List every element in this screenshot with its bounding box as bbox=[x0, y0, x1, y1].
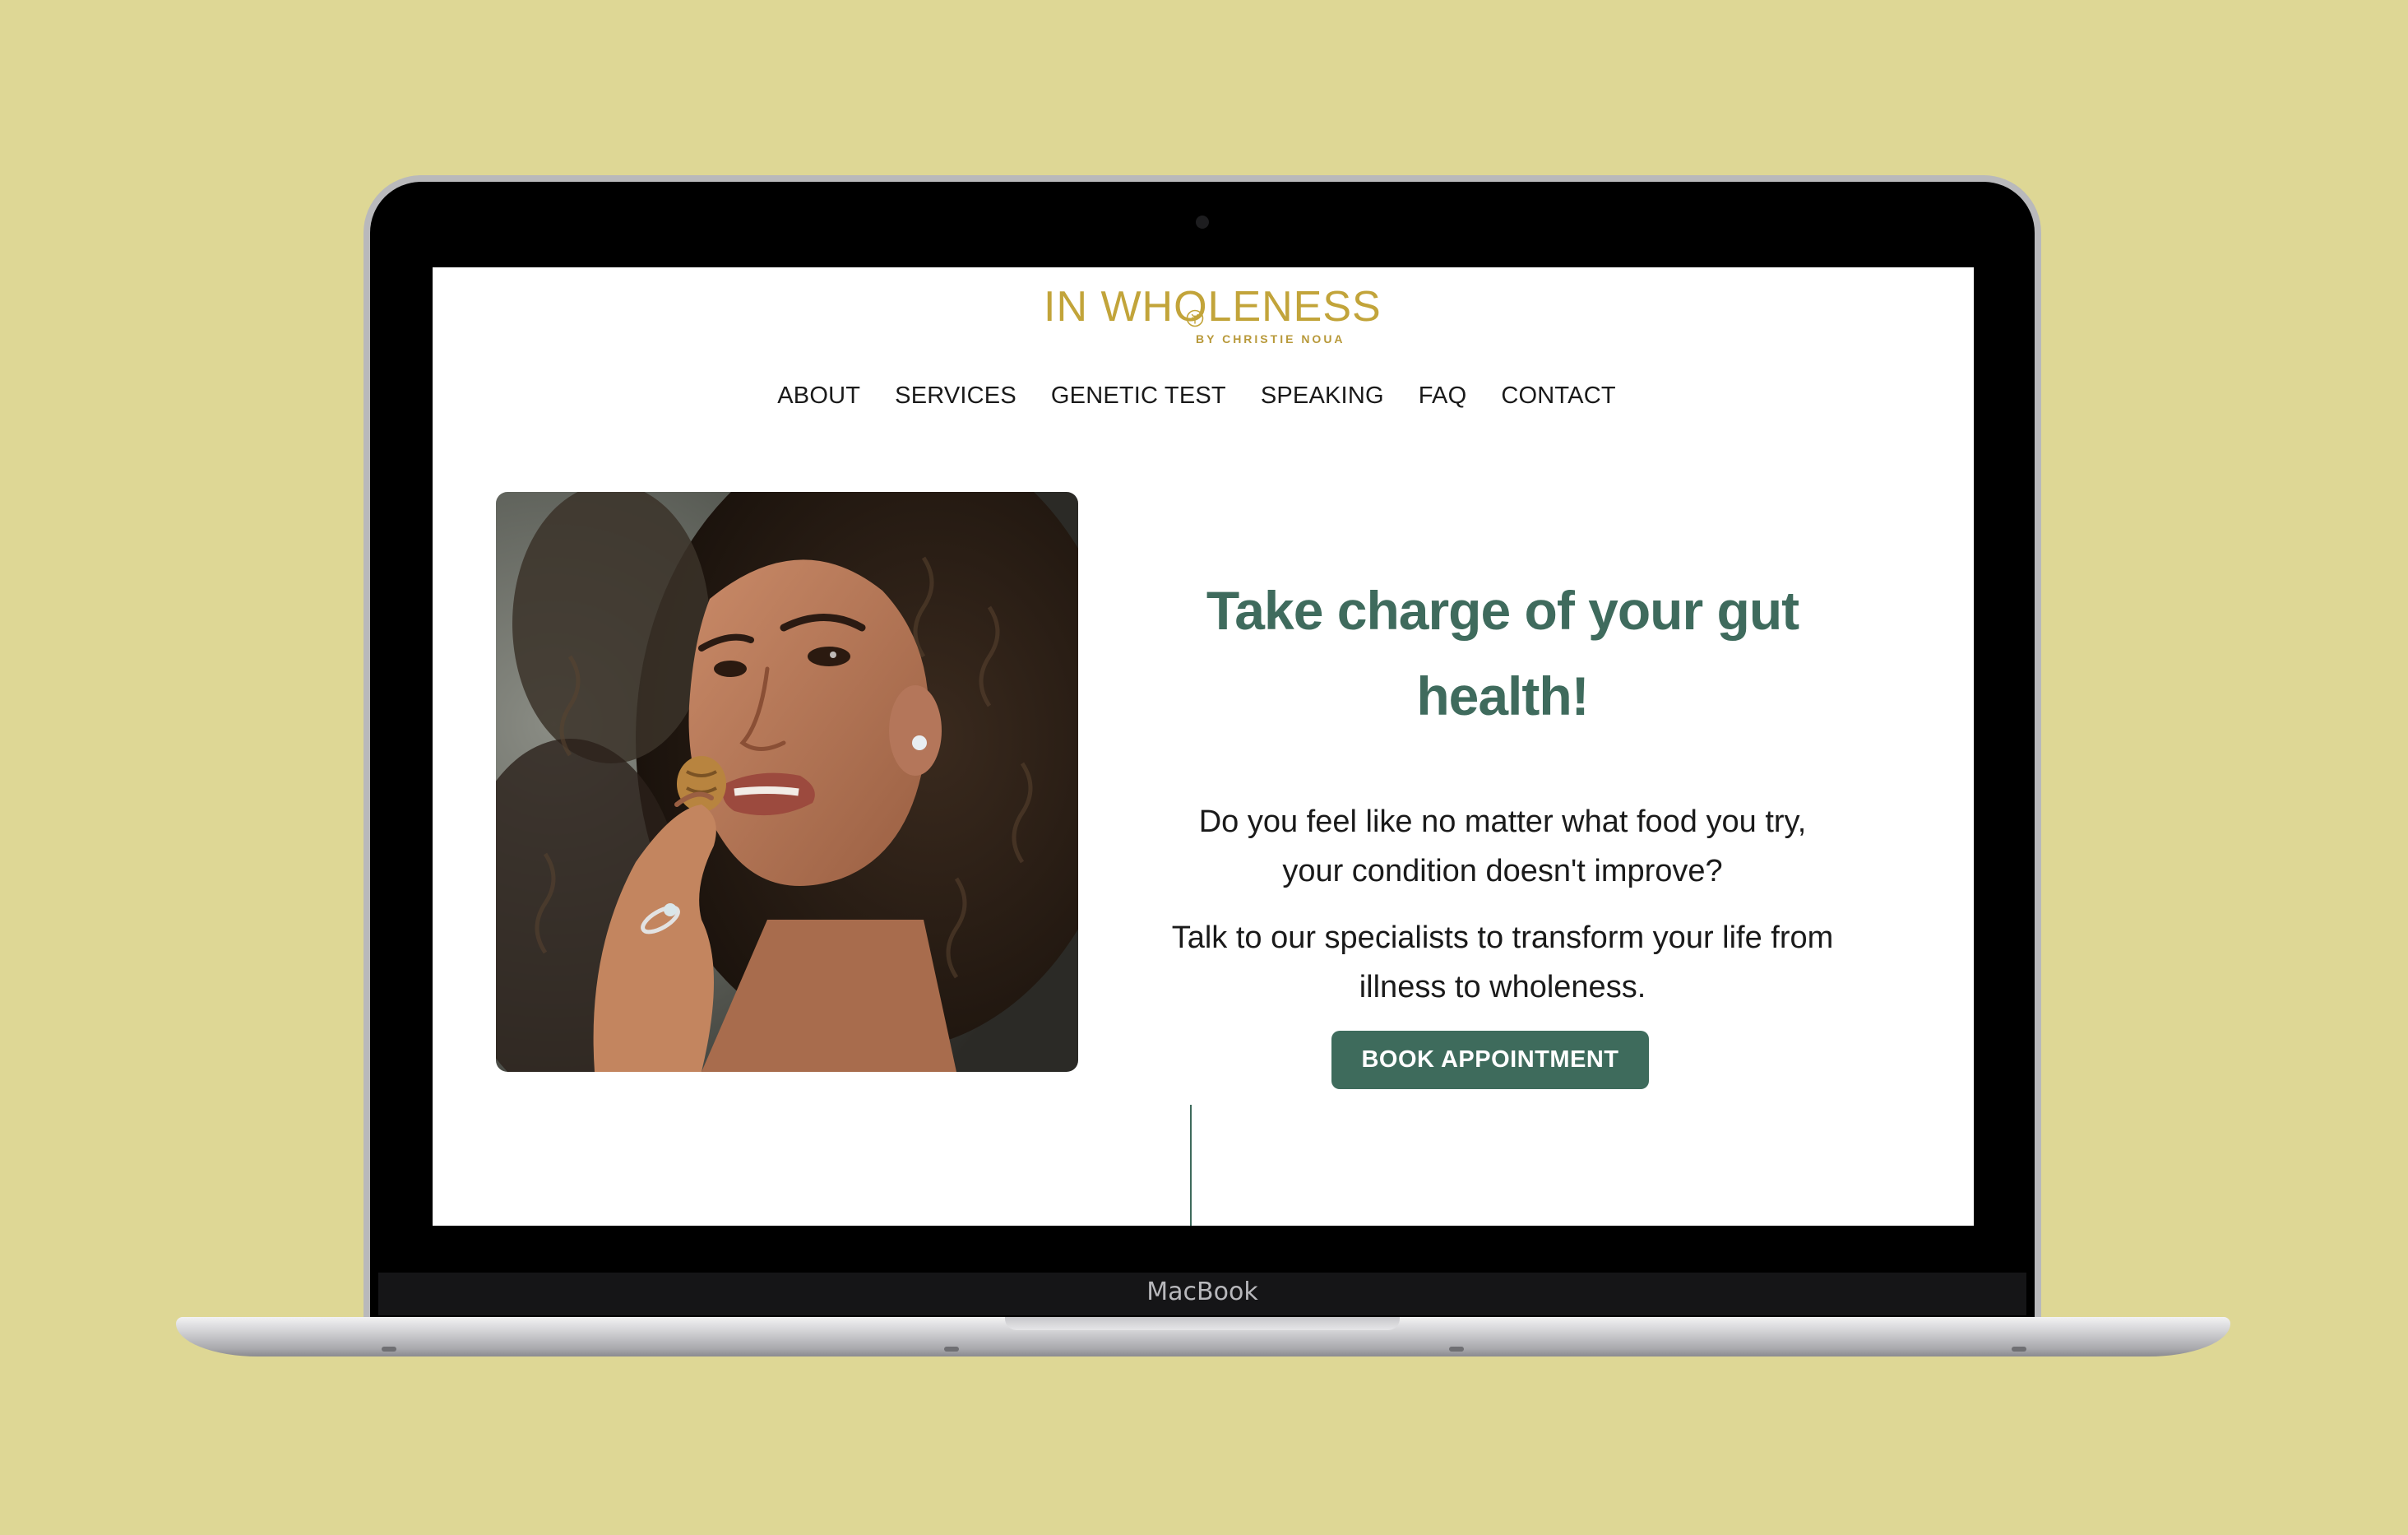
laptop-hinge-notch bbox=[1005, 1317, 1400, 1330]
tree-emblem-icon bbox=[1186, 309, 1204, 327]
hero-photo bbox=[496, 492, 1078, 1072]
camera-icon bbox=[1196, 216, 1209, 229]
hero-headline: Take charge of your gut health! bbox=[1095, 568, 1910, 739]
laptop-foot bbox=[382, 1347, 396, 1352]
nav-item-genetic-test[interactable]: GENETIC TEST bbox=[1051, 383, 1226, 410]
browser-viewport: IN WHOLENESS BY CHRISTIE NOUA ABOUT SERV… bbox=[433, 267, 1974, 1226]
logo-tagline: BY CHRISTIE NOUA bbox=[1196, 332, 1345, 345]
hero-paragraph-1: Do you feel like no matter what food you… bbox=[1198, 805, 1807, 888]
woman-portrait-image bbox=[496, 492, 1078, 1072]
laptop-foot bbox=[944, 1347, 959, 1352]
laptop-foot bbox=[2012, 1347, 2026, 1352]
hero-headline-line2: health! bbox=[1416, 665, 1589, 726]
nav-item-faq[interactable]: FAQ bbox=[1419, 383, 1467, 410]
site-logo[interactable]: IN WHOLENESS BY CHRISTIE NOUA bbox=[1044, 285, 1381, 351]
nav-item-speaking[interactable]: SPEAKING bbox=[1261, 383, 1384, 410]
hero-headline-line1: Take charge of your gut bbox=[1206, 580, 1799, 641]
vertical-divider bbox=[1190, 1105, 1192, 1226]
nav-item-services[interactable]: SERVICES bbox=[895, 383, 1016, 410]
main-nav: ABOUT SERVICES GENETIC TEST SPEAKING FAQ… bbox=[433, 383, 1967, 410]
laptop-foot bbox=[1449, 1347, 1464, 1352]
nav-item-about[interactable]: ABOUT bbox=[777, 383, 860, 410]
logo-wordmark: IN WHOLENESS bbox=[1044, 283, 1382, 331]
hero-paragraph-2: Talk to our specialists to transform you… bbox=[1171, 921, 1834, 1004]
nav-item-contact[interactable]: CONTACT bbox=[1501, 383, 1615, 410]
laptop-brand-label: MacBook bbox=[1146, 1278, 1258, 1306]
book-appointment-button[interactable]: BOOK APPOINTMENT bbox=[1331, 1031, 1649, 1089]
